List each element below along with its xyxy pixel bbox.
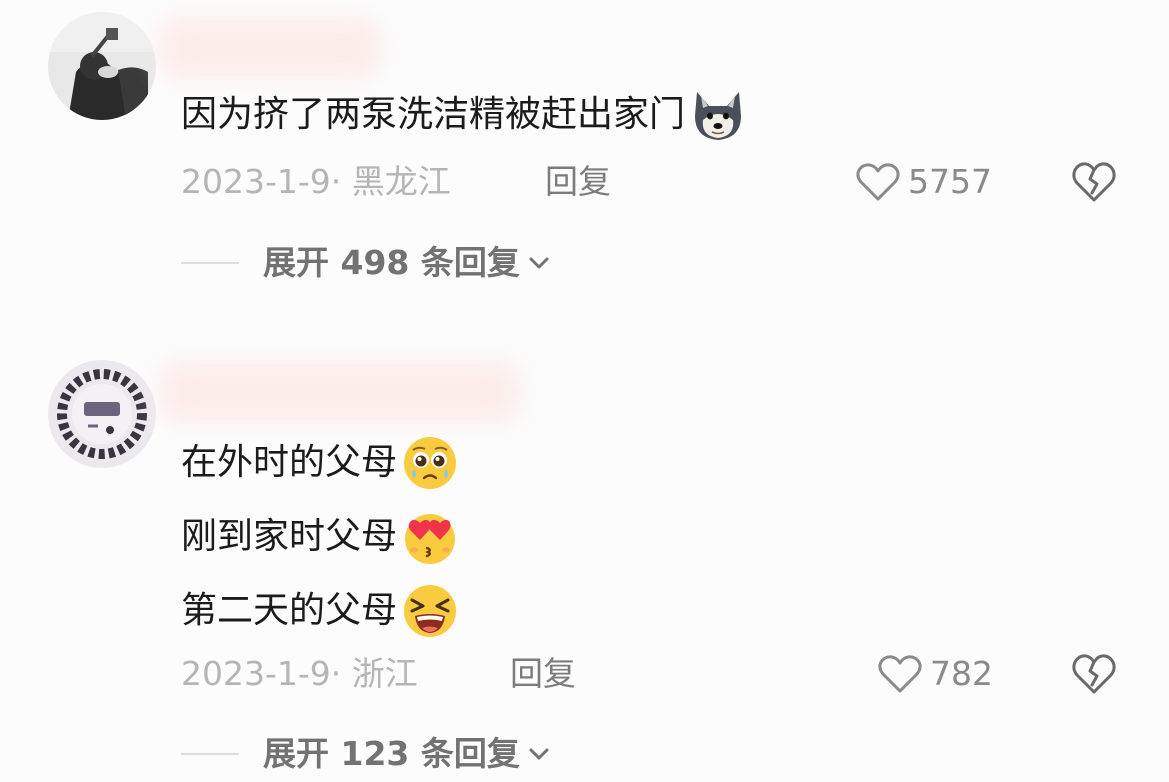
comment-text-line: 刚到家时父母 bbox=[181, 508, 459, 566]
chevron-down-icon bbox=[529, 748, 549, 760]
heart-outline-icon bbox=[878, 655, 922, 693]
comment-location: 浙江 bbox=[351, 654, 418, 693]
comment-text: 第二天的父母 bbox=[181, 590, 398, 631]
expand-replies-label: 展开 123 条回复 bbox=[263, 734, 520, 773]
like-count: 782 bbox=[930, 654, 993, 693]
comment-text: 刚到家时父母 bbox=[181, 516, 398, 557]
username-redacted bbox=[160, 362, 520, 422]
heart-eyes-kiss-emoji-icon bbox=[401, 508, 459, 566]
avatar[interactable] bbox=[48, 360, 156, 468]
pleading-face-emoji-icon bbox=[401, 434, 459, 492]
meta-separator: · bbox=[330, 654, 342, 693]
comment-item: 在外时的父母 刚到家时父母 第二天的父母 2023-1-9· 浙江 回复 782… bbox=[0, 0, 1169, 782]
expand-replies-button[interactable]: 展开 123 条回复 bbox=[181, 734, 550, 774]
dislike-button[interactable] bbox=[1071, 652, 1117, 696]
like-button[interactable]: 782 bbox=[878, 654, 993, 694]
squinting-laugh-emoji-icon bbox=[401, 582, 459, 640]
comment-meta: 2023-1-9· 浙江 bbox=[181, 654, 418, 694]
expand-divider bbox=[181, 753, 239, 755]
comment-text-line: 第二天的父母 bbox=[181, 582, 459, 640]
reply-button[interactable]: 回复 bbox=[510, 654, 576, 694]
comment-text: 在外时的父母 bbox=[181, 442, 398, 483]
broken-heart-icon bbox=[1072, 654, 1116, 694]
comment-date: 2023-1-9 bbox=[181, 654, 331, 693]
comment-text-line: 在外时的父母 bbox=[181, 434, 459, 492]
